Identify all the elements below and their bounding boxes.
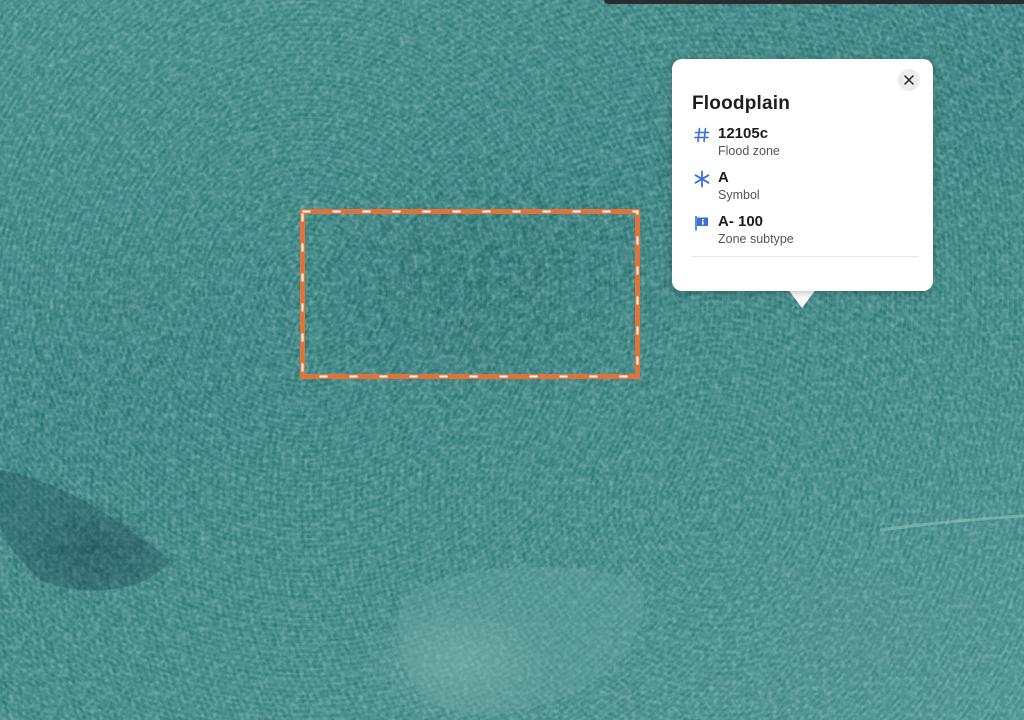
feature-popup: Floodplain 12105c Flood zone A Symbol A-… — [672, 59, 933, 291]
attribute-value: 12105c — [718, 125, 769, 142]
hash-icon — [692, 125, 712, 145]
attribute-label: Symbol — [718, 188, 760, 202]
attribute-label: Zone subtype — [718, 232, 794, 246]
close-button[interactable] — [898, 69, 920, 91]
attribute-row-zone-subtype: A- 100 Zone subtype — [692, 212, 919, 248]
attribute-row-symbol: A Symbol — [692, 168, 919, 204]
toolbar-edge — [604, 0, 1024, 4]
attribute-value: A- 100 — [718, 213, 764, 230]
close-icon — [904, 75, 914, 85]
asterisk-icon — [692, 169, 712, 189]
info-flag-icon — [692, 213, 712, 233]
parcel-outline-dashes — [301, 210, 639, 378]
attribute-value: A — [718, 169, 729, 186]
popup-pointer — [787, 288, 817, 308]
popup-divider — [692, 256, 919, 257]
attribute-label: Flood zone — [718, 144, 780, 158]
popup-title: Floodplain — [692, 93, 791, 114]
selected-parcel-outline[interactable] — [300, 209, 640, 379]
map-canvas[interactable]: Floodplain 12105c Flood zone A Symbol A-… — [0, 0, 1024, 720]
attribute-row-flood-zone: 12105c Flood zone — [692, 124, 919, 160]
